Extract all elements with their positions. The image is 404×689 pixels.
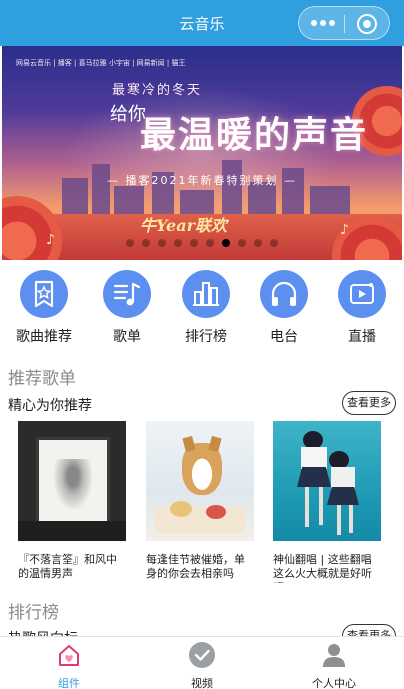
ranking-section-title: 排行榜	[8, 603, 59, 623]
category-label: 歌曲推荐	[16, 329, 72, 345]
swiper-dot[interactable]	[190, 239, 198, 247]
category-label: 直播	[348, 329, 376, 345]
more-options-icon[interactable]	[311, 18, 337, 28]
category-live[interactable]: 直播	[322, 270, 402, 346]
bar-chart-icon	[182, 270, 230, 318]
music-list-icon	[103, 270, 151, 318]
category-label: 电台	[270, 329, 298, 345]
category-nav: 歌曲推荐 歌单 排行榜 电台 直播	[0, 260, 404, 356]
category-label: 排行榜	[185, 329, 227, 345]
app-page: 云音乐 网易云音乐 | 播客 | 喜马拉雅 小宇宙 | 网易新闻 | 猫王 最寒…	[0, 0, 404, 689]
close-mini-program-icon[interactable]	[357, 14, 377, 34]
playlist-card[interactable]: 『不落言筌』和风中的温情男声	[18, 421, 126, 583]
bookmark-star-icon	[20, 270, 68, 318]
swiper-dot[interactable]	[142, 239, 150, 247]
playlist-card[interactable]: 神仙翻唱 | 这些翻唱这么火大概就是好听吧	[273, 421, 381, 583]
tab-components[interactable]: 组件	[29, 641, 109, 689]
swiper-dot[interactable]	[206, 239, 214, 247]
category-song-recommend[interactable]: 歌曲推荐	[4, 270, 84, 346]
banner-swiper[interactable]: 网易云音乐 | 播客 | 喜马拉雅 小宇宙 | 网易新闻 | 猫王 最寒冷的冬天…	[2, 46, 402, 260]
swiper-dot[interactable]	[270, 239, 278, 247]
swiper-dot[interactable]	[222, 239, 230, 247]
banner-year-text: 牛Year联欢	[140, 216, 228, 235]
mini-program-capsule	[298, 6, 390, 40]
playlist-caption: 『不落言筌』和风中的温情男声	[18, 553, 117, 580]
recommend-section-title: 推荐歌单	[8, 369, 76, 389]
tab-label: 视频	[191, 677, 213, 689]
headphones-icon	[260, 270, 308, 318]
recommend-more-button[interactable]: 查看更多	[342, 391, 396, 415]
category-playlist[interactable]: 歌单	[87, 270, 167, 346]
swiper-dot[interactable]	[254, 239, 262, 247]
swiper-dot[interactable]	[126, 239, 134, 247]
category-label: 歌单	[113, 329, 141, 345]
category-radio[interactable]: 电台	[244, 270, 324, 346]
swiper-dot[interactable]	[158, 239, 166, 247]
playlist-cover	[273, 421, 381, 541]
playlist-caption: 每逢佳节被催婚，单身的你会去相亲吗	[146, 553, 245, 580]
banner-fan-left	[2, 196, 62, 260]
capsule-divider	[344, 15, 345, 33]
bottom-tab-bar: 组件 视频 个人中心	[0, 636, 404, 689]
banner-partner-logos: 网易云音乐 | 播客 | 喜马拉雅 小宇宙 | 网易新闻 | 猫王	[16, 59, 186, 67]
banner-headline: 最寒冷的冬天	[112, 83, 203, 98]
banner-subline: — 播客2021年新春特别策划 —	[107, 174, 297, 187]
swiper-dot[interactable]	[174, 239, 182, 247]
navigation-bar: 云音乐	[0, 0, 404, 46]
category-ranking[interactable]: 排行榜	[166, 270, 246, 346]
home-heart-icon	[29, 641, 109, 673]
banner-slogan-big: 最温暖的声音	[140, 114, 369, 156]
check-circle-icon	[162, 641, 242, 673]
user-icon	[294, 641, 374, 673]
playlist-card[interactable]: 每逢佳节被催婚，单身的你会去相亲吗	[146, 421, 254, 583]
recommend-header: 精心为你推荐 查看更多	[8, 391, 396, 417]
live-video-icon	[338, 270, 386, 318]
tab-label: 组件	[58, 677, 80, 689]
playlist-cover	[146, 421, 254, 541]
tab-label: 个人中心	[312, 677, 356, 689]
swiper-indicator	[2, 239, 402, 247]
music-note-icon: ♪	[340, 222, 349, 238]
recommend-sub-title: 精心为你推荐	[8, 398, 92, 414]
playlist-caption: 神仙翻唱 | 这些翻唱这么火大概就是好听吧	[273, 553, 372, 583]
swiper-dot[interactable]	[238, 239, 246, 247]
playlist-cover	[18, 421, 126, 541]
tab-video[interactable]: 视频	[162, 641, 242, 689]
tab-profile[interactable]: 个人中心	[294, 641, 374, 689]
